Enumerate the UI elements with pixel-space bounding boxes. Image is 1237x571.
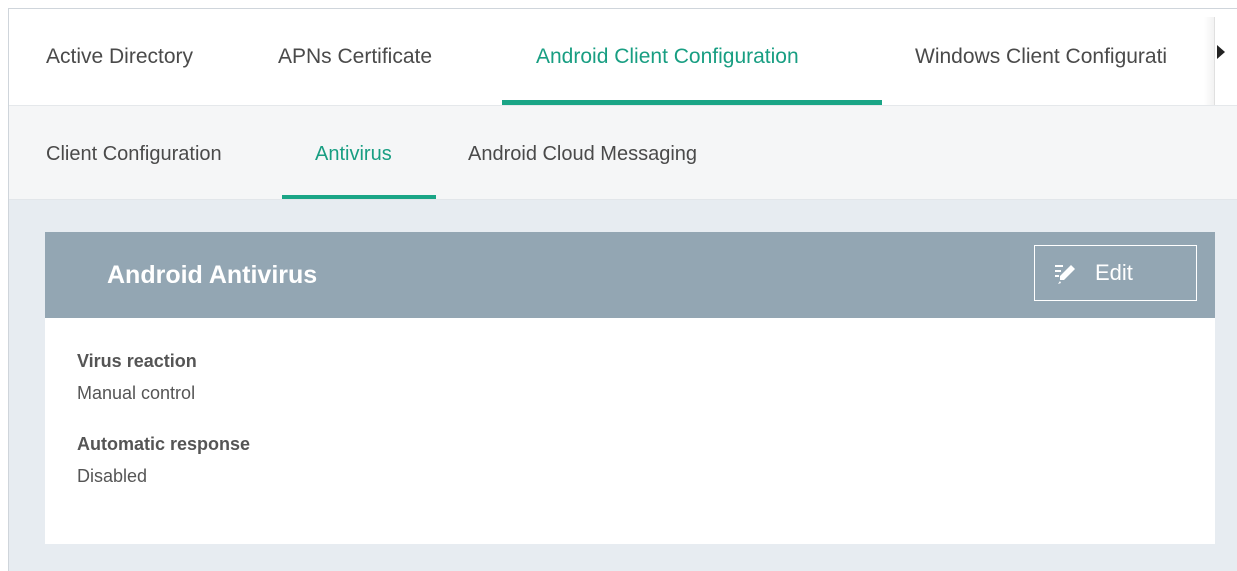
- antivirus-panel: Android Antivirus Edit Virus reaction Ma…: [45, 232, 1215, 544]
- tab-windows-client-configuration[interactable]: Windows Client Configurati: [915, 9, 1203, 105]
- tab-label: Android Client Configuration: [536, 45, 799, 68]
- panel-header: Android Antivirus Edit: [45, 232, 1215, 318]
- chevron-right-icon[interactable]: [1217, 45, 1225, 59]
- subtab-android-cloud-messaging[interactable]: Android Cloud Messaging: [468, 106, 748, 199]
- edit-button-label: Edit: [1095, 260, 1133, 285]
- sub-tab-bar: Client Configuration Antivirus Android C…: [9, 106, 1237, 200]
- tab-active-directory[interactable]: Active Directory: [46, 9, 226, 105]
- settings-frame: Active Directory APNs Certificate Androi…: [8, 8, 1237, 571]
- tab-apns-certificate[interactable]: APNs Certificate: [278, 9, 478, 105]
- main-tab-bar: Active Directory APNs Certificate Androi…: [9, 9, 1237, 106]
- subtab-client-configuration[interactable]: Client Configuration: [46, 106, 256, 199]
- pencil-icon: [1055, 265, 1075, 284]
- tab-label: Active Directory: [46, 45, 194, 68]
- field-value: Disabled: [77, 466, 148, 486]
- tab-scroll-divider: [1204, 17, 1215, 105]
- subtab-label: Client Configuration: [46, 143, 222, 165]
- active-tab-indicator: [502, 100, 882, 105]
- field-automatic-response: Automatic response Disabled: [77, 432, 250, 488]
- field-virus-reaction: Virus reaction Manual control: [77, 349, 197, 405]
- subtab-antivirus[interactable]: Antivirus: [282, 106, 436, 199]
- tab-android-client-configuration[interactable]: Android Client Configuration: [502, 9, 882, 105]
- active-subtab-indicator: [282, 195, 436, 199]
- field-label: Virus reaction: [77, 351, 197, 371]
- tab-label: APNs Certificate: [278, 45, 433, 68]
- subtab-label: Android Cloud Messaging: [468, 143, 698, 165]
- field-label: Automatic response: [77, 434, 251, 454]
- edit-button[interactable]: Edit: [1034, 245, 1197, 301]
- tab-label: Windows Client Configurati: [915, 45, 1168, 68]
- panel-title: Android Antivirus: [107, 261, 318, 289]
- subtab-label: Antivirus: [315, 143, 392, 165]
- field-value: Manual control: [77, 383, 196, 403]
